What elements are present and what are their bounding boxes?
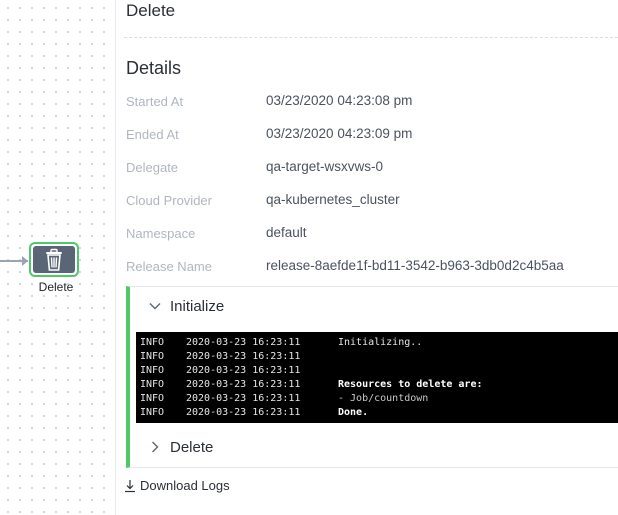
log-level: INFO [140, 393, 165, 404]
section-label: Delete [170, 438, 214, 456]
download-icon [125, 479, 135, 492]
log-line: INFO 2020-03-23 16:23:11 [140, 364, 618, 378]
download-logs-label: Download Logs [140, 478, 230, 493]
log-output: INFO 2020-03-23 16:23:11 Initializing.. INF… [136, 332, 618, 423]
detail-row-cloud-provider: Cloud Provider qa-kubernetes_cluster [126, 192, 618, 210]
detail-value: 03/23/2020 04:23:09 pm [266, 126, 413, 141]
log-level: INFO [140, 337, 165, 348]
log-timestamp: 2020-03-23 16:23:11 [186, 393, 301, 404]
detail-value: release-8aefde1f-bd11-3542-b963-3db0d2c4… [266, 258, 564, 273]
details-heading: Details [126, 58, 182, 78]
log-section-delete: Delete [126, 428, 618, 468]
log-line: INFO 2020-03-23 16:23:11 Resources to dele… [140, 378, 618, 392]
panel-title: Delete [126, 1, 176, 20]
detail-row-delegate: Delegate qa-target-wsxvws-0 [126, 159, 618, 177]
node-label: Delete [38, 280, 74, 294]
step-details-panel: Delete Details Started At 03/23/2020 04:… [124, 0, 618, 515]
log-line: INFO 2020-03-23 16:23:11 Initializing.. [140, 336, 618, 350]
detail-label: Cloud Provider [126, 193, 212, 208]
detail-label: Started At [126, 94, 184, 109]
log-level: INFO [140, 407, 165, 418]
detail-row-namespace: Namespace default [126, 225, 618, 243]
log-message: Initializing.. [338, 337, 423, 348]
log-timestamp: 2020-03-23 16:23:11 [186, 407, 301, 418]
section-toggle-initialize[interactable]: Initialize [148, 287, 224, 325]
trash-icon [46, 248, 62, 271]
log-timestamp: 2020-03-23 16:23:11 [186, 365, 301, 376]
detail-label: Namespace [126, 226, 196, 241]
detail-value: 03/23/2020 04:23:08 pm [266, 93, 413, 108]
log-timestamp: 2020-03-23 16:23:11 [186, 337, 301, 348]
log-level: INFO [140, 365, 165, 376]
divider [124, 37, 618, 38]
detail-value: qa-kubernetes_cluster [266, 192, 400, 207]
workflow-canvas: Delete [0, 0, 116, 515]
log-message: Resources to delete are: [338, 379, 483, 390]
log-timestamp: 2020-03-23 16:23:11 [186, 379, 301, 390]
detail-label: Release Name [126, 259, 212, 274]
detail-row-started-at: Started At 03/23/2020 04:23:08 pm [126, 93, 618, 111]
log-message: Done. [338, 407, 369, 418]
detail-row-release-name: Release Name release-8aefde1f-bd11-3542-… [126, 258, 618, 276]
connector-arrow [22, 256, 28, 266]
log-level: INFO [140, 379, 165, 390]
delete-step-node[interactable] [29, 242, 79, 277]
node-icon-container [33, 246, 75, 273]
detail-value: default [266, 225, 307, 240]
detail-label: Ended At [126, 127, 179, 142]
chevron-right-icon [152, 441, 159, 453]
log-line: INFO 2020-03-23 16:23:11 - Job/countdown [140, 392, 618, 406]
log-line: INFO 2020-03-23 16:23:11 Done. [140, 406, 618, 420]
section-label: Initialize [170, 297, 225, 315]
detail-value: qa-target-wsxvws-0 [266, 159, 384, 174]
chevron-down-icon [149, 303, 161, 310]
log-line: INFO 2020-03-23 16:23:11 [140, 350, 618, 364]
log-message: - Job/countdown [338, 393, 429, 404]
detail-label: Delegate [126, 160, 179, 175]
download-logs-button[interactable]: Download Logs [124, 478, 230, 493]
detail-row-ended-at: Ended At 03/23/2020 04:23:09 pm [126, 126, 618, 144]
section-toggle-delete[interactable]: Delete [148, 428, 213, 466]
log-level: INFO [140, 351, 165, 362]
log-timestamp: 2020-03-23 16:23:11 [186, 351, 301, 362]
